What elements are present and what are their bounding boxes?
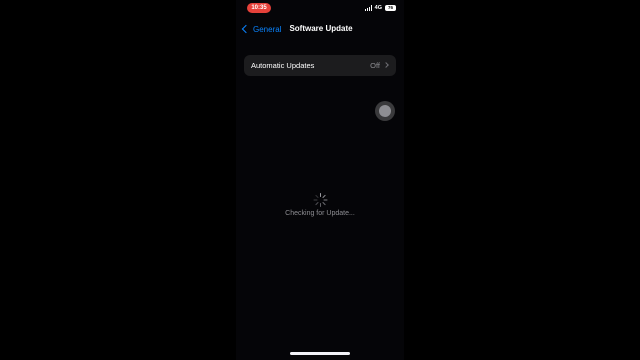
automatic-updates-row[interactable]: Automatic Updates Off [244,55,396,76]
automatic-updates-label: Automatic Updates [251,61,315,70]
spinner-icon [313,193,327,207]
assistive-touch-inner [379,105,391,117]
status-indicators: 4G 76 [364,4,396,12]
phone-screen: 10:35 4G 76 General Software Update Auto… [236,0,404,360]
update-status-text: Checking for Update... [285,210,355,217]
assistive-touch-button[interactable] [375,101,395,121]
battery-icon: 76 [385,5,396,11]
page-title: Software Update [289,24,353,33]
network-type: 4G [374,5,382,11]
home-indicator[interactable] [290,352,350,355]
signal-icon [364,5,372,11]
status-time: 10:35 [247,3,271,13]
automatic-updates-value: Off [370,61,380,70]
chevron-right-icon [383,62,389,68]
screen: 10:35 4G 76 General Software Update Auto… [0,0,640,360]
